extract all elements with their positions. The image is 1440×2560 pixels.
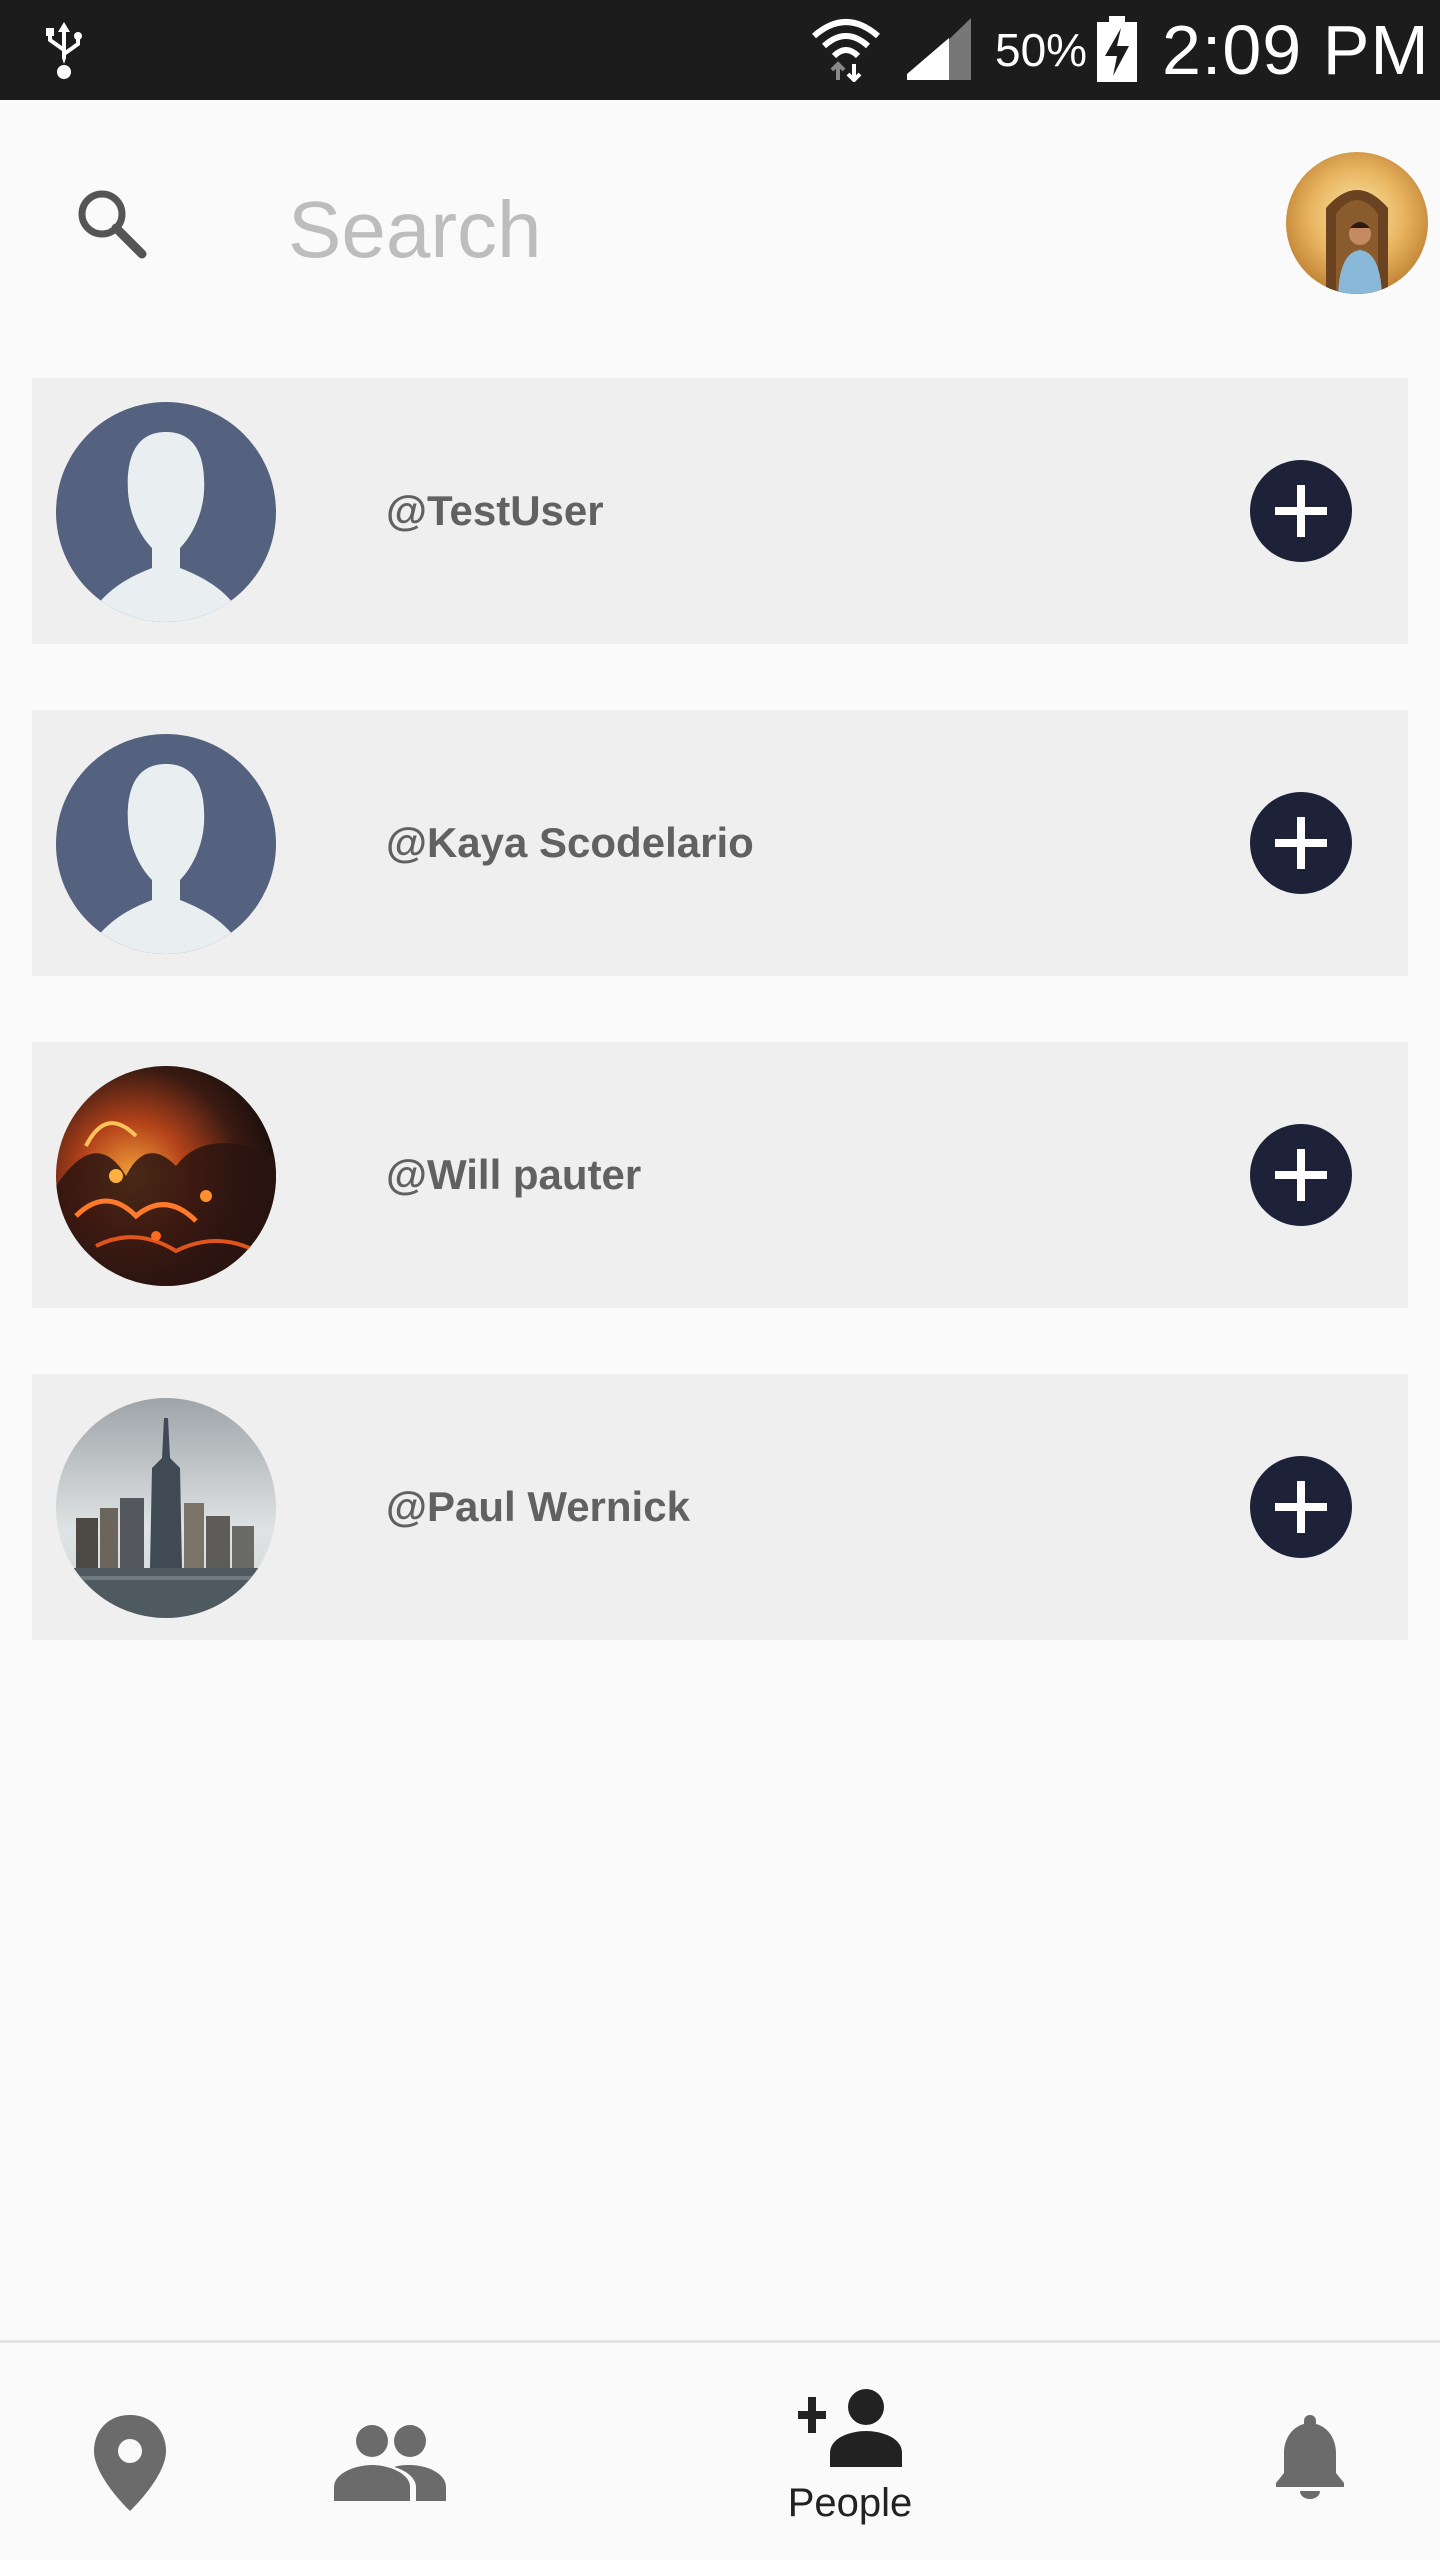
friends-icon (334, 2425, 446, 2501)
search-header (0, 100, 1440, 350)
username: @Will pauter (386, 1151, 642, 1198)
list-item[interactable]: @TestUser (32, 378, 1408, 644)
list-item[interactable]: @Will pauter (32, 1042, 1408, 1308)
avatar (56, 402, 276, 622)
nav-friends[interactable] (320, 2343, 460, 2560)
location-pin-icon (94, 2415, 166, 2511)
bell-icon (1276, 2415, 1344, 2499)
cell-signal-icon (907, 18, 971, 80)
list-item[interactable]: @Kaya Scodelario (32, 710, 1408, 976)
avatar (56, 1398, 276, 1618)
profile-avatar[interactable] (1286, 152, 1428, 294)
nav-location[interactable] (60, 2343, 200, 2560)
plus-icon (1275, 485, 1327, 537)
plus-icon (1275, 1149, 1327, 1201)
usb-icon (46, 22, 82, 79)
avatar (56, 734, 276, 954)
battery-percent: 50% (995, 24, 1088, 76)
add-user-button[interactable] (1250, 1124, 1352, 1226)
nav-notifications[interactable] (1240, 2343, 1380, 2560)
list-item[interactable]: @Paul Wernick (32, 1374, 1408, 1640)
status-clock: 2:09 PM (1162, 11, 1430, 89)
plus-icon (1275, 817, 1327, 869)
add-user-button[interactable] (1250, 792, 1352, 894)
people-list: @TestUser @Kaya Scodelario @Will pauter … (32, 378, 1408, 1706)
username: @Kaya Scodelario (386, 819, 754, 866)
search-input[interactable] (288, 180, 1188, 280)
add-user-button[interactable] (1250, 460, 1352, 562)
username: @Paul Wernick (386, 1483, 690, 1530)
bottom-navigation: People (0, 2340, 1440, 2560)
wifi-icon (812, 19, 880, 82)
username: @TestUser (386, 487, 604, 534)
add-user-button[interactable] (1250, 1456, 1352, 1558)
plus-icon (1275, 1481, 1327, 1533)
battery-charging-icon (1097, 16, 1137, 82)
nav-people-label: People (787, 2481, 913, 2525)
search-icon[interactable] (72, 184, 148, 260)
add-person-icon (798, 2389, 902, 2467)
avatar (56, 1066, 276, 1286)
status-bar: 50% 2:09 PM (0, 0, 1440, 100)
nav-people[interactable]: People (740, 2343, 960, 2560)
